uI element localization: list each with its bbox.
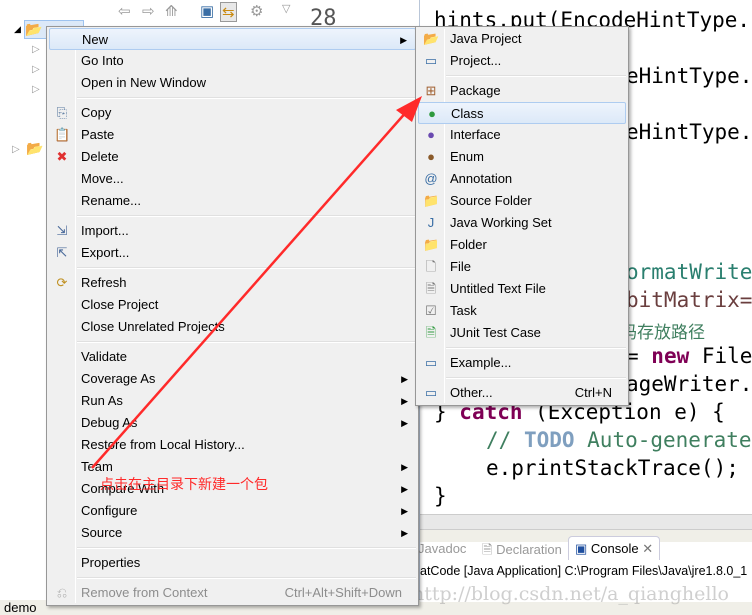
annotation-text: 点击在主目录下新建一个包 <box>100 476 268 492</box>
arrow-line <box>91 109 409 469</box>
annotation-arrow <box>91 96 422 469</box>
